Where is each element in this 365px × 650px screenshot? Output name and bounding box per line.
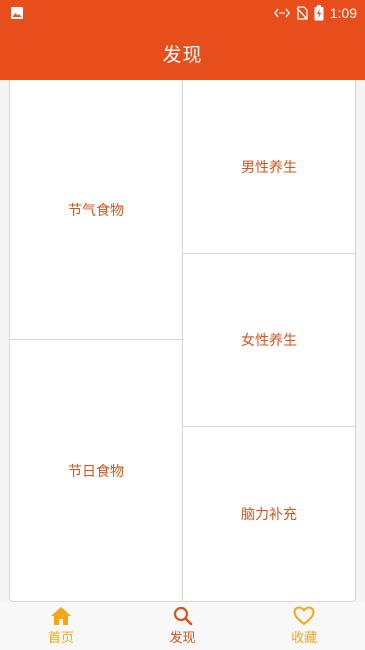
nav-item-favorites[interactable]: 收藏 (243, 602, 365, 650)
left-column: 节气食物 节日食物 (10, 80, 183, 601)
battery-charging-icon (314, 5, 324, 21)
status-time: 1:09 (329, 5, 357, 21)
status-right: 1:09 (273, 5, 357, 21)
tile-female-health[interactable]: 女性养生 (183, 254, 355, 427)
right-column: 男性养生 女性养生 脑力补充 (183, 80, 355, 601)
image-icon (10, 6, 24, 20)
status-left (10, 6, 24, 20)
nav-item-discover[interactable]: 发现 (122, 602, 244, 650)
tile-male-health[interactable]: 男性养生 (183, 80, 355, 254)
status-bar: 1:09 (0, 0, 365, 26)
app-bar: 发现 (0, 26, 365, 80)
page-title: 发现 (162, 43, 203, 66)
tile-label: 男性养生 (241, 159, 297, 176)
search-icon (172, 606, 194, 626)
nav-item-home[interactable]: 首页 (0, 602, 122, 650)
nav-label: 发现 (169, 631, 196, 646)
nav-label: 首页 (47, 631, 74, 646)
tile-label: 节日食物 (68, 463, 124, 480)
heart-icon (293, 606, 315, 626)
no-sim-icon (296, 6, 308, 20)
category-grid: 节气食物 节日食物 男性养生 女性养生 脑力补充 (9, 80, 356, 602)
tile-festival-food[interactable]: 节日食物 (10, 340, 182, 601)
tile-label: 脑力补充 (241, 507, 297, 523)
nav-label: 收藏 (291, 631, 318, 646)
tile-label: 女性养生 (241, 333, 297, 349)
bottom-nav: 首页 发现 收藏 (0, 602, 365, 650)
tile-label: 节气食物 (68, 202, 124, 219)
home-icon (50, 606, 72, 626)
data-transfer-icon (273, 7, 290, 19)
tile-brain-supplement[interactable]: 脑力补充 (183, 427, 355, 601)
tile-solar-term-food[interactable]: 节气食物 (10, 80, 182, 340)
